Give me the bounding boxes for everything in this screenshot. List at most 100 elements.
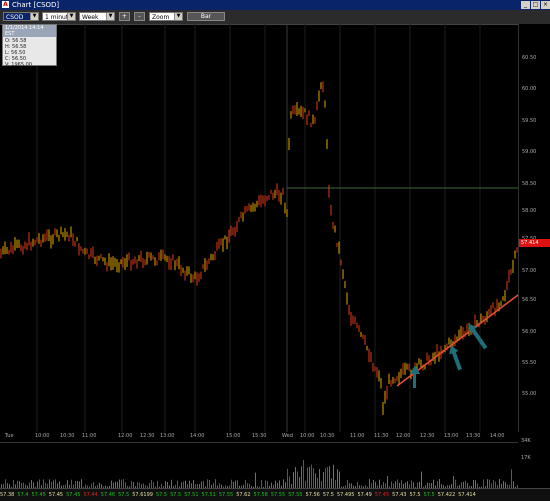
interval-select[interactable]: 1 minute ▼: [42, 12, 76, 21]
range-select[interactable]: Week ▼: [79, 12, 115, 21]
volume-bar: [325, 468, 326, 489]
time-tick: 15:30: [252, 433, 267, 439]
time-tick: 10:30: [60, 433, 75, 439]
volume-bar: [333, 464, 334, 489]
volume-bar: [323, 471, 324, 489]
volume-bar: [297, 471, 298, 489]
time-tick: 14:00: [190, 433, 205, 439]
time-tick: 12:30: [140, 433, 155, 439]
close-button[interactable]: ×: [541, 1, 550, 9]
price-tick: 58.50: [522, 181, 537, 187]
symbol-value: CSOD: [6, 14, 24, 21]
chevron-down-icon: ▼: [106, 13, 114, 20]
volume-bar: [303, 460, 304, 489]
volume-bar: [511, 469, 512, 489]
tape-price: 57.46: [100, 492, 116, 498]
tape-price: 57.45: [66, 492, 81, 498]
tape-price: 57.5: [409, 492, 421, 498]
volume-tick: 34K: [521, 438, 531, 444]
tape-price: 57.5: [155, 492, 168, 498]
price-axis[interactable]: 60.50 60.00 59.50 59.00 58.50 58.00 57.5…: [518, 24, 550, 432]
volume-bar: [327, 467, 328, 489]
volume-bar: [309, 466, 310, 489]
tape-price: 57.5: [322, 492, 334, 498]
volume-bar: [313, 468, 314, 489]
volume-bar: [315, 473, 316, 489]
tape-price: 57.56: [305, 492, 320, 498]
zoom-in-button[interactable]: +: [119, 12, 130, 21]
time-tick: 13:30: [466, 433, 481, 439]
time-axis: Tue 10:00 10:30 11:00 12:00 12:30 13:00 …: [0, 432, 518, 442]
time-tick: 12:00: [396, 433, 411, 439]
minimize-button[interactable]: _: [521, 1, 530, 9]
price-tick: 56.00: [522, 329, 537, 335]
time-and-sales-tape: 57.38 57.4 57.45 57.45 57.45 57.44 57.46 57.5 57…: [0, 488, 550, 501]
time-tick: 11:30: [374, 433, 389, 439]
volume-bar: [287, 468, 288, 489]
zoom-select[interactable]: Zoom ▼: [149, 12, 183, 21]
time-tick: 12:00: [118, 433, 133, 439]
window-titlebar: A Chart [CSOD] _ □ ×: [0, 0, 550, 10]
price-tick: 57.00: [522, 268, 537, 274]
volume-chart[interactable]: [0, 442, 518, 489]
chevron-down-icon: ▼: [174, 13, 182, 20]
symbol-select[interactable]: CSOD ▼: [3, 12, 39, 21]
time-tick: 10:30: [320, 433, 335, 439]
tape-price: 57.45: [48, 492, 64, 498]
volume-axis: 34K 17K: [518, 438, 550, 488]
volume-bar: [307, 467, 308, 489]
time-tick: 15:00: [226, 433, 241, 439]
time-tick: 10:00: [300, 433, 315, 439]
price-tick: 55.50: [522, 360, 537, 366]
price-tick: 56.50: [522, 297, 537, 303]
time-tick: 11:00: [82, 433, 97, 439]
price-tick: 60.00: [522, 86, 537, 92]
chart-toolbar: CSOD ▼ 1 minute ▼ Week ▼ + - Zoom ▼ Bar: [0, 10, 550, 25]
tape-price: 57.414: [458, 492, 476, 498]
volume-chart-svg: [1, 460, 518, 489]
last-price-tag: 57.414: [519, 239, 550, 247]
chevron-down-icon: ▼: [30, 13, 38, 20]
chevron-down-icon: ▼: [67, 13, 75, 20]
time-tick: 11:00: [350, 433, 365, 439]
tape-price: 57.49: [357, 492, 372, 498]
app-icon: A: [2, 1, 9, 8]
price-chart-svg: [0, 24, 531, 432]
tape-price: 57.495: [336, 492, 355, 498]
ohlc-timestamp: 1/1/2014 14:14 EST: [3, 25, 56, 37]
tape-price: 57.6199: [132, 492, 153, 498]
volume-bar: [255, 472, 256, 489]
ohlc-volume: V: 1965.00: [5, 62, 32, 68]
window-title: Chart [CSOD]: [12, 1, 60, 9]
tape-price: 57.55: [218, 492, 234, 498]
volume-bar: [295, 467, 296, 489]
price-chart[interactable]: [0, 24, 531, 432]
volume-bar: [339, 471, 340, 489]
time-tick: Tue: [5, 433, 14, 439]
volume-bar: [329, 466, 330, 489]
volume-bar: [421, 471, 422, 489]
time-tick: 14:00: [490, 433, 505, 439]
volume-bar: [301, 466, 302, 489]
ohlc-data-window[interactable]: 1/1/2014 14:14 EST O: 56.58 H: 56.58 L: …: [2, 24, 57, 68]
volume-bar: [337, 469, 338, 489]
maximize-button[interactable]: □: [531, 1, 540, 9]
tape-price: 57.62: [236, 492, 251, 498]
tape-price: 57.45: [31, 492, 46, 498]
zoom-out-button[interactable]: -: [134, 12, 145, 21]
volume-bar: [293, 472, 294, 489]
tape-price: 57.45: [374, 492, 390, 498]
tape-price: 57.51: [201, 492, 216, 498]
zoom-value: Zoom: [152, 14, 170, 21]
chart-type-bar-button[interactable]: Bar: [187, 12, 225, 21]
tape-price: 57.5: [423, 492, 435, 498]
tape-price: 57.4: [17, 492, 29, 498]
tape-price: 57.58: [253, 492, 268, 498]
tape-price: 57.5: [170, 492, 182, 498]
price-tick: 55.00: [522, 391, 537, 397]
tape-price: 57.55: [270, 492, 286, 498]
price-tick: 59.50: [522, 118, 537, 124]
volume-tick: 17K: [521, 455, 531, 461]
time-tick: 13:00: [444, 433, 459, 439]
price-bars: [0, 81, 518, 416]
